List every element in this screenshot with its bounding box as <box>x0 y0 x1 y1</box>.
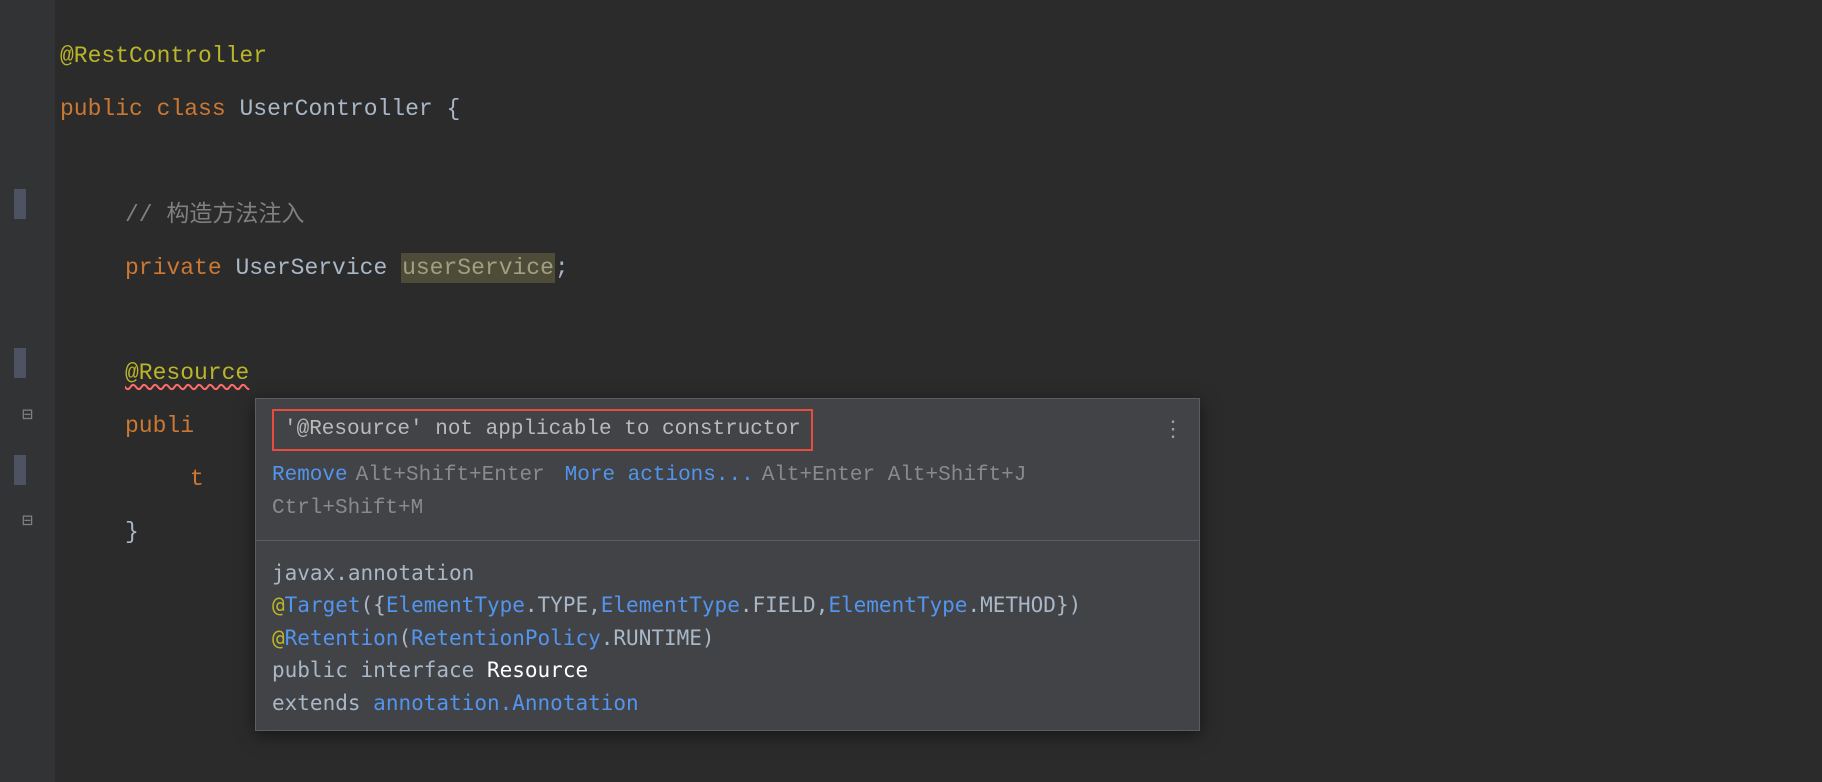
code-line: @Resource <box>60 347 1822 400</box>
doc-declaration-line: public interface Resource <box>272 654 1183 687</box>
comment: // 构造方法注入 <box>125 202 304 228</box>
field-type: UserService <box>235 255 387 281</box>
paren: }) <box>1056 593 1081 617</box>
retentionpolicy-ref[interactable]: RetentionPolicy <box>411 626 601 650</box>
brace-open: { <box>433 96 461 122</box>
enum-val: .RUNTIME <box>601 626 702 650</box>
doc-target-line: @Target({ElementType.TYPE,ElementType.FI… <box>272 589 1183 622</box>
annotation-restcontroller: @RestController <box>60 43 267 69</box>
code-line: private UserService userService; <box>60 242 1822 295</box>
target-ref[interactable]: Target <box>285 593 361 617</box>
paren: ) <box>702 626 715 650</box>
package-name: javax.annotation <box>272 561 474 585</box>
more-actions-link[interactable]: More actions... <box>565 464 754 487</box>
doc-extends-line: extends annotation.Annotation <box>272 687 1183 720</box>
class-name: UserController <box>239 96 432 122</box>
doc-retention-line: @Retention(RetentionPolicy.RUNTIME) <box>272 622 1183 655</box>
annotation-ref[interactable]: annotation.Annotation <box>373 691 639 715</box>
at-symbol: @ <box>272 626 285 650</box>
keyword-class: class <box>157 96 226 122</box>
annotation-resource-error: @Resource <box>125 360 249 386</box>
elementtype-ref[interactable]: ElementType <box>828 593 967 617</box>
brace-close: } <box>125 519 139 545</box>
doc-package: javax.annotation <box>272 557 1183 590</box>
keyword-private: private <box>125 255 222 281</box>
elementtype-ref[interactable]: ElementType <box>386 593 525 617</box>
retention-ref[interactable]: Retention <box>285 626 399 650</box>
class-name-resource: Resource <box>487 658 588 682</box>
more-options-icon[interactable]: ⋮ <box>1162 413 1181 448</box>
code-line-empty <box>60 136 1822 189</box>
remove-shortcut: Alt+Shift+Enter <box>356 464 545 487</box>
tooltip-actions-row: RemoveAlt+Shift+EnterMore actions...Alt+… <box>256 457 1199 541</box>
at-symbol: @ <box>272 593 285 617</box>
code-line: // 构造方法注入 <box>60 189 1822 242</box>
keyword-public-partial: publi <box>125 413 194 439</box>
keyword-extends: extends <box>272 691 361 715</box>
enum-val: .TYPE <box>525 593 588 617</box>
paren: ({ <box>361 593 386 617</box>
code-line-empty <box>60 294 1822 347</box>
field-name-highlight: userService <box>401 253 555 283</box>
remove-action[interactable]: Remove <box>272 464 348 487</box>
enum-val: .FIELD <box>740 593 816 617</box>
paren: ( <box>398 626 411 650</box>
code-line: public class UserController { <box>60 83 1822 136</box>
enum-val: .METHOD <box>967 593 1056 617</box>
elementtype-ref[interactable]: ElementType <box>601 593 740 617</box>
error-message-box: '@Resource' not applicable to constructo… <box>272 409 813 451</box>
tooltip-header: '@Resource' not applicable to constructo… <box>256 399 1199 457</box>
keyword-public: public <box>272 658 348 682</box>
code-line: @RestController <box>60 30 1822 83</box>
error-tooltip: '@Resource' not applicable to constructo… <box>255 398 1200 731</box>
semicolon: ; <box>555 255 569 281</box>
documentation-panel: javax.annotation @Target({ElementType.TY… <box>256 541 1199 730</box>
keyword-interface: interface <box>361 658 475 682</box>
keyword-public: public <box>60 96 143 122</box>
keyword-this-partial: t <box>190 466 204 492</box>
